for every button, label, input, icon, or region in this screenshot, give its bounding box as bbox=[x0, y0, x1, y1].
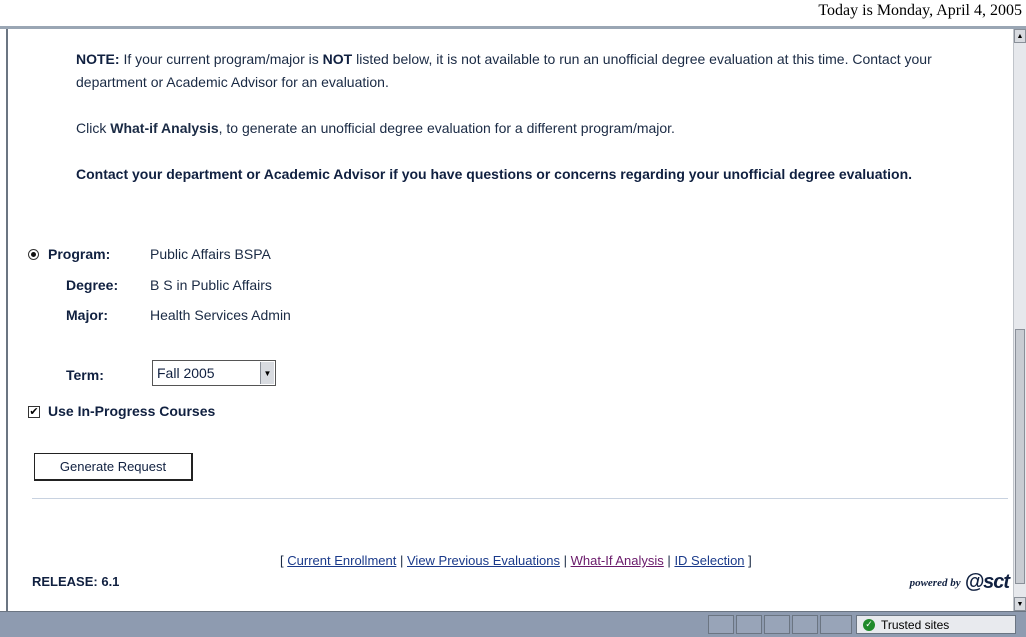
contact-paragraph: Contact your department or Academic Advi… bbox=[76, 166, 913, 182]
click-text: Click bbox=[76, 120, 107, 136]
separator: | bbox=[563, 553, 567, 568]
status-cell bbox=[792, 615, 818, 634]
release-label: RELEASE: 6.1 bbox=[32, 574, 120, 589]
scroll-up-arrow-icon[interactable]: ▲ bbox=[1014, 29, 1026, 43]
section-divider bbox=[32, 498, 1008, 499]
security-zone-label: Trusted sites bbox=[881, 617, 950, 632]
note-paragraph: NOTE: If your current program/major is N… bbox=[76, 48, 996, 94]
status-cell bbox=[708, 615, 734, 634]
note-not: NOT bbox=[322, 51, 353, 67]
date-display: Today is Monday, April 4, 2005 bbox=[818, 2, 1022, 19]
dropdown-arrow-icon[interactable]: ▼ bbox=[260, 362, 274, 384]
in-progress-checkbox[interactable]: ✔ bbox=[28, 406, 40, 418]
security-zone: ✓ Trusted sites bbox=[856, 615, 1016, 634]
what-if-analysis-link[interactable]: What-If Analysis bbox=[571, 553, 664, 568]
view-previous-evaluations-link[interactable]: View Previous Evaluations bbox=[407, 553, 560, 568]
check-circle-icon: ✓ bbox=[863, 618, 875, 631]
main-content: NOTE: If your current program/major is N… bbox=[10, 29, 1013, 611]
vertical-scrollbar[interactable]: ▲ ▼ bbox=[1013, 29, 1026, 611]
whatif-label: What-if Analysis bbox=[110, 120, 219, 136]
term-label: Term: bbox=[66, 367, 104, 383]
major-label: Major: bbox=[66, 307, 108, 323]
radio-selected-dot bbox=[31, 252, 36, 257]
sct-logo: @sct bbox=[964, 571, 1010, 593]
generate-request-button[interactable]: Generate Request bbox=[34, 453, 193, 481]
top-bar: Today is Monday, April 4, 2005 bbox=[0, 0, 1026, 26]
click-text-2: , to generate an unofficial degree evalu… bbox=[218, 120, 675, 136]
status-cell bbox=[736, 615, 762, 634]
program-value: Public Affairs BSPA bbox=[150, 246, 271, 262]
powered-by-text: powered by bbox=[909, 576, 961, 589]
id-selection-link[interactable]: ID Selection bbox=[674, 553, 744, 568]
program-label: Program: bbox=[48, 246, 111, 262]
status-cell bbox=[820, 615, 852, 634]
degree-label: Degree: bbox=[66, 277, 119, 293]
bracket-open: [ bbox=[280, 553, 284, 568]
scroll-thumb[interactable] bbox=[1015, 329, 1025, 584]
note-text-1: If your current program/major is bbox=[123, 51, 319, 67]
scroll-down-arrow-icon[interactable]: ▼ bbox=[1014, 597, 1026, 611]
major-value: Health Services Admin bbox=[150, 307, 291, 323]
separator: | bbox=[399, 553, 404, 568]
left-frame-border bbox=[0, 29, 8, 611]
footer-nav: [ Current Enrollment | View Previous Eva… bbox=[280, 553, 752, 568]
degree-value: B S in Public Affairs bbox=[150, 277, 272, 293]
note-label: NOTE: bbox=[76, 51, 120, 67]
whatif-paragraph: Click What-if Analysis, to generate an u… bbox=[76, 118, 675, 138]
bracket-close: ] bbox=[748, 553, 752, 568]
current-enrollment-link[interactable]: Current Enrollment bbox=[287, 553, 396, 568]
term-selected-value: Fall 2005 bbox=[157, 365, 215, 381]
checkmark-icon: ✔ bbox=[29, 405, 39, 418]
term-select[interactable]: Fall 2005 ▼ bbox=[152, 360, 276, 386]
program-radio[interactable] bbox=[28, 249, 39, 260]
in-progress-label: Use In-Progress Courses bbox=[48, 403, 216, 419]
status-bar: ✓ Trusted sites bbox=[0, 611, 1026, 637]
separator: | bbox=[667, 553, 671, 568]
status-cell bbox=[764, 615, 790, 634]
powered-by-logo: powered by @sct bbox=[909, 571, 1010, 594]
